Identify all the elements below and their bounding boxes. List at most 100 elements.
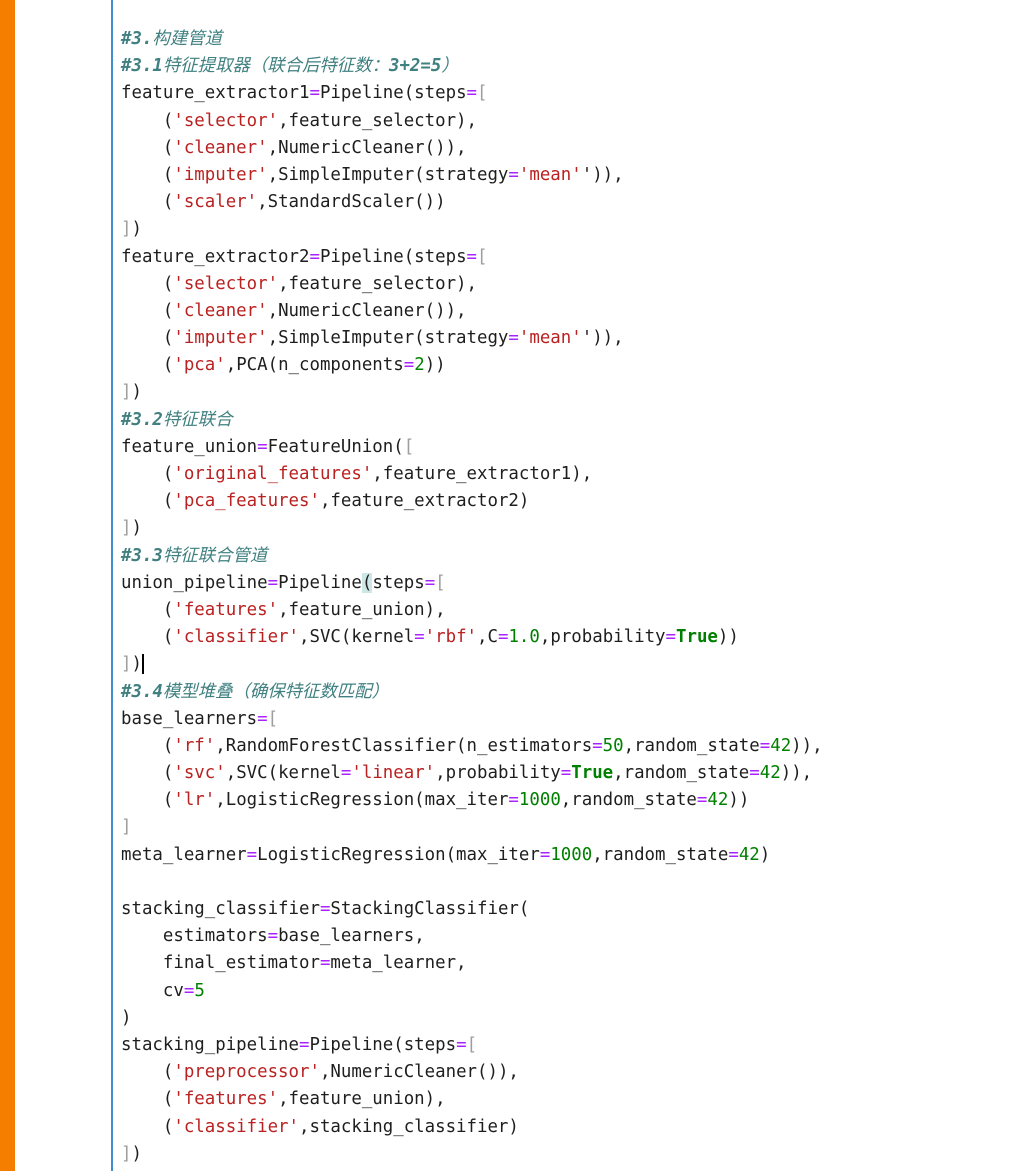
code-token: #3.4 <box>121 681 163 702</box>
code-token: )) <box>728 790 750 811</box>
code-token: ( <box>121 355 174 376</box>
code-token: steps <box>372 572 425 593</box>
code-token: 2 <box>414 355 425 376</box>
code-line: ('rf',RandomForestClassifier(n_estimator… <box>121 733 1016 760</box>
code-token: = <box>319 899 331 919</box>
code-token: = <box>456 1034 467 1055</box>
code-token: = <box>665 627 676 648</box>
code-token: = <box>592 735 603 756</box>
code-line: stacking_pipeline=Pipeline(steps=[ <box>121 1032 1016 1059</box>
code-token: cv <box>121 980 184 1001</box>
code-token: ,NumericCleaner()), <box>267 137 467 158</box>
code-line: ] <box>121 814 1016 841</box>
code-token: ( <box>121 599 174 620</box>
code-token: ] <box>121 518 132 539</box>
code-token: )), <box>791 735 823 756</box>
code-token: = <box>299 1034 310 1055</box>
code-token: 'classifier' <box>173 627 299 648</box>
cell-prompt-gutter <box>15 0 111 1171</box>
code-line: feature_extractor2=Pipeline(steps=[ <box>121 244 1016 271</box>
code-line: final_estimator=meta_learner, <box>121 950 1016 977</box>
code-token: = <box>319 953 331 974</box>
code-token: ,RandomForestClassifier(n_estimators <box>215 735 593 756</box>
code-line: ) <box>121 1005 1016 1032</box>
code-token: ,feature_extractor1), <box>372 464 593 484</box>
code-token: = <box>424 572 436 593</box>
code-token: estimators <box>121 926 268 947</box>
code-token: = <box>466 83 478 104</box>
code-token: 特征联合 <box>162 409 233 430</box>
code-token: ) <box>121 1007 132 1028</box>
code-token: ,LogisticRegression(max_iter <box>215 790 509 811</box>
code-line: union_pipeline=Pipeline(steps=[ <box>121 570 1016 597</box>
code-token: ')), <box>581 328 624 349</box>
code-editor[interactable]: #3.构建管道 #3.1特征提取器（联合后特征数：3+2=5） feature_ex… <box>121 26 1016 1168</box>
code-token: = <box>466 246 478 267</box>
code-line: base_learners=[ <box>121 706 1016 733</box>
code-token: ,C <box>477 627 498 648</box>
code-token: #3. <box>121 29 153 49</box>
code-token: 5 <box>194 980 205 1001</box>
code-token: ) <box>131 654 144 675</box>
code-token: = <box>257 436 268 457</box>
code-token: = <box>759 735 771 756</box>
code-token: ,SVC(kernel <box>299 627 415 648</box>
code-line: ]) <box>121 379 1016 406</box>
code-token: = <box>257 708 268 729</box>
code-token: 42 <box>738 844 760 865</box>
code-line: ('cleaner',NumericCleaner()), <box>121 298 1016 325</box>
code-token: = <box>508 790 519 811</box>
code-token: meta_learner, <box>330 953 467 974</box>
code-token: ( <box>121 1116 174 1137</box>
code-token: ,SVC(kernel <box>225 763 341 784</box>
code-token: ） <box>441 56 459 77</box>
code-line: ('pca_features',feature_extractor2) <box>121 488 1016 515</box>
code-line: ('cleaner',NumericCleaner()), <box>121 135 1016 162</box>
code-token: = <box>183 980 195 1001</box>
code-token: = <box>246 844 258 865</box>
code-line: ('classifier',SVC(kernel='rbf',C=1.0,pro… <box>121 624 1016 651</box>
code-token: 'linear' <box>351 763 436 784</box>
code-token: 'svc' <box>173 763 226 784</box>
code-token: [ <box>477 246 488 267</box>
code-token: ( <box>121 763 174 784</box>
code-token: feature_extractor1 <box>121 83 310 104</box>
code-token: 'cleaner' <box>173 300 268 321</box>
code-token: = <box>497 627 509 648</box>
code-token: final_estimator <box>121 953 320 974</box>
code-token: ) <box>131 219 142 240</box>
code-token: ,random_state <box>613 763 750 784</box>
code-token: = <box>696 790 708 811</box>
code-token: = <box>728 844 739 865</box>
code-token: ( <box>121 110 174 131</box>
code-token: [ <box>267 708 279 729</box>
code-line: ('imputer',SimpleImputer(strategy='mean'… <box>121 325 1016 352</box>
code-line: ('pca',PCA(n_components=2)) <box>121 352 1016 379</box>
code-line: ('features',feature_union), <box>121 597 1016 624</box>
code-token: 'mean' <box>518 164 582 185</box>
code-token: 'mean' <box>518 328 582 349</box>
code-token: 50 <box>602 735 624 756</box>
code-token: 'selector' <box>173 273 279 294</box>
code-token: #3.3 <box>121 545 163 566</box>
code-token: base_learners <box>121 708 258 729</box>
code-token: = <box>309 83 320 104</box>
code-token: 'scaler' <box>173 192 258 213</box>
code-token: ] <box>121 817 132 838</box>
code-line: ]) <box>121 515 1016 542</box>
code-token: ( <box>121 300 174 321</box>
code-token: )), <box>780 763 813 784</box>
code-token: 'original_features' <box>173 464 373 484</box>
code-token: stacking_pipeline <box>121 1034 299 1055</box>
code-token: ,feature_union), <box>278 599 446 620</box>
code-line: ('imputer',SimpleImputer(strategy='mean'… <box>121 162 1016 189</box>
code-token: ) <box>759 844 771 865</box>
code-token: [ <box>435 572 446 593</box>
code-token: = <box>403 355 415 376</box>
code-token: ,random_state <box>560 790 697 811</box>
code-token: StackingClassifier( <box>330 899 530 919</box>
code-token: = <box>267 572 279 593</box>
code-token: #3.2 <box>121 409 163 430</box>
code-token: True <box>571 763 614 784</box>
code-token: ] <box>121 219 132 240</box>
